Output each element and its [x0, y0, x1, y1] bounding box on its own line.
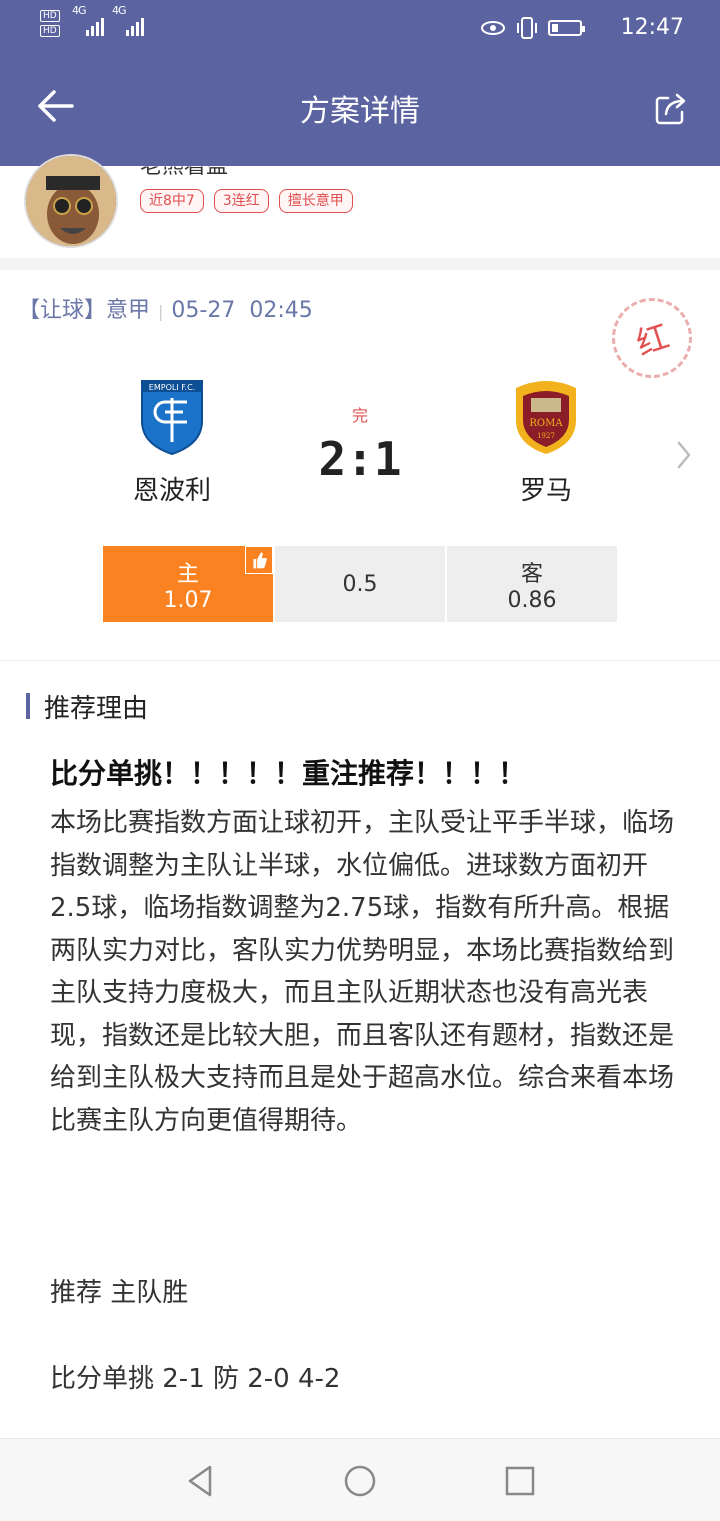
away-odds-value: 0.86 — [507, 587, 557, 613]
circle-home-icon[interactable] — [342, 1463, 378, 1499]
signal-strength-icon — [126, 18, 144, 36]
match-time: 02:45 — [249, 298, 313, 323]
network-indicators: HD HD — [40, 10, 60, 40]
reason-section-header: 推荐理由 — [26, 686, 148, 726]
recommendation: 推荐 主队胜 — [50, 1278, 189, 1308]
home-odds-value: 1.07 — [163, 587, 213, 613]
home-team-name: 恩波利 — [132, 476, 211, 506]
reason-headline: 比分单挑！！！！！重注推荐！！！！ — [50, 757, 527, 790]
app-bar: 方案详情 — [0, 56, 720, 166]
section-gap — [0, 258, 720, 270]
system-nav-bar — [0, 1438, 720, 1521]
author-tags: 近8中7 3连红 擅长意甲 — [140, 189, 353, 213]
clock: 12:47 — [620, 15, 684, 40]
home-odds-option[interactable]: 主 1.07 — [103, 546, 273, 622]
odds-row: 主 1.07 0.5 客 0.86 — [103, 546, 617, 622]
away-team[interactable]: ROMA 1927 罗马 — [466, 376, 626, 507]
chevron-right-icon[interactable] — [676, 440, 692, 470]
league-name: 意甲 — [106, 298, 151, 323]
hd-badge: HD — [40, 25, 60, 37]
match-header: 【让球】意甲 | 05-27 02:45 — [18, 298, 313, 323]
svg-text:1927: 1927 — [537, 432, 555, 440]
empoli-logo: EMPOLI F.C. — [141, 380, 203, 456]
streak-tag: 3连红 — [213, 189, 269, 213]
match-date: 05-27 — [171, 298, 236, 323]
score-pick: 比分单挑 2-1 防 2-0 4-2 — [50, 1364, 341, 1394]
author-card[interactable]: 老熊看盘 近8中7 3连红 擅长意甲 — [0, 154, 720, 258]
away-odds-option[interactable]: 客 0.86 — [447, 546, 617, 622]
section-title: 推荐理由 — [44, 693, 149, 724]
avatar[interactable] — [24, 154, 118, 248]
square-recents-icon[interactable] — [502, 1463, 538, 1499]
home-odds-label: 主 — [176, 561, 199, 587]
match-card: 【让球】意甲 | 05-27 02:45 红 EMPOLI F.C. 恩波利 完 2… — [0, 270, 720, 660]
specialty-tag: 擅长意甲 — [278, 189, 353, 213]
thumbs-up-icon — [245, 546, 273, 574]
svg-text:EMPOLI F.C.: EMPOLI F.C. — [149, 383, 195, 392]
away-odds-label: 客 — [520, 561, 543, 587]
signal-4g-label: 4G — [72, 4, 86, 17]
svg-text:ROMA: ROMA — [529, 418, 563, 429]
handicap-value: 0.5 — [342, 571, 378, 597]
vibrate-icon — [517, 17, 537, 39]
away-team-name: 罗马 — [519, 476, 572, 506]
hd-badge: HD — [40, 10, 60, 22]
eye-icon — [481, 21, 505, 35]
triangle-back-icon[interactable] — [182, 1463, 218, 1499]
section-accent-bar — [26, 693, 30, 719]
handicap-line: 0.5 — [275, 546, 445, 622]
divider — [0, 660, 720, 661]
battery-level — [552, 24, 558, 32]
signal-4g-label: 4G — [112, 4, 126, 17]
record-tag: 近8中7 — [140, 189, 204, 213]
page-title: 方案详情 — [300, 94, 420, 129]
reason-content: 比分单挑！！！！！重注推荐！！！！ 本场比赛指数方面让球初开，主队受让平手半球，… — [50, 752, 680, 1142]
bet-type: 【让球】 — [18, 298, 107, 323]
match-status: 完 — [351, 406, 368, 425]
home-team[interactable]: EMPOLI F.C. 恩波利 — [92, 376, 252, 507]
avatar-image — [26, 156, 116, 246]
roma-logo: ROMA 1927 — [516, 381, 576, 454]
share-icon[interactable] — [654, 92, 688, 126]
reason-paragraph: 本场比赛指数方面让球初开，主队受让平手半球，临场指数调整为主队让半球，水位偏低。… — [50, 808, 675, 1136]
battery-icon — [548, 20, 585, 36]
status-bar: HD HD 4G 4G 12:47 — [0, 0, 720, 56]
match-score: 2:1 — [318, 432, 402, 486]
result-stamp: 红 — [601, 287, 703, 389]
signal-strength-icon — [86, 18, 104, 36]
